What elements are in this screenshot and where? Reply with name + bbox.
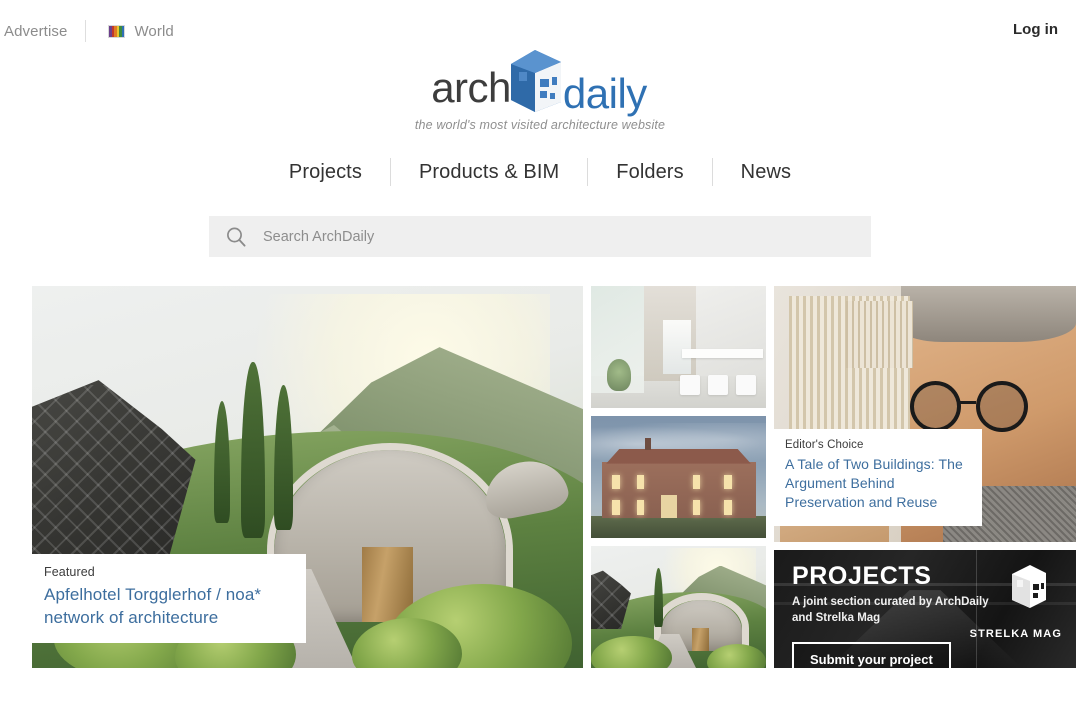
logo-word-arch: arch: [431, 64, 511, 111]
site-tagline: the world's most visited architecture we…: [414, 118, 666, 132]
right-column: Editor's Choice A Tale of Two Buildings:…: [774, 286, 1076, 668]
search-input[interactable]: [261, 227, 857, 246]
search-icon: [225, 226, 247, 248]
featured-content-grid: Featured Apfelhotel Torgglerhof / noa* n…: [0, 286, 1080, 668]
nav-item-news[interactable]: News: [713, 161, 819, 184]
search-section: [0, 216, 1080, 257]
search-box[interactable]: [209, 216, 871, 257]
main-navigation: Projects Products & BIM Folders News: [0, 158, 1080, 186]
thumbnail-image-3: [591, 546, 766, 668]
banner-subtitle: A joint section curated by ArchDaily and…: [792, 596, 989, 624]
hero-caption-card[interactable]: Featured Apfelhotel Torgglerhof / noa* n…: [32, 554, 306, 643]
thumbnail-tile-3[interactable]: [591, 546, 766, 668]
nav-item-folders[interactable]: Folders: [588, 161, 711, 184]
world-flag-icon: [108, 24, 126, 38]
thumbnail-image-1: [591, 286, 766, 408]
editors-choice-tile[interactable]: Editor's Choice A Tale of Two Buildings:…: [774, 286, 1076, 542]
top-utility-bar: Advertise World Log in: [0, 0, 1080, 62]
nav-item-products-bim[interactable]: Products & BIM: [391, 161, 587, 184]
nav-item-projects[interactable]: Projects: [261, 161, 390, 184]
world-label: World: [134, 22, 174, 40]
hero-column: Featured Apfelhotel Torgglerhof / noa* n…: [32, 286, 583, 668]
world-selector[interactable]: World: [86, 22, 174, 40]
strelka-building-icon: [1008, 562, 1050, 610]
top-left-links: Advertise World: [0, 20, 174, 42]
hero-kicker: Featured: [44, 565, 95, 580]
thumbnail-tile-1[interactable]: [591, 286, 766, 408]
projects-promo-banner[interactable]: PROJECTS A joint section curated by Arch…: [774, 550, 1076, 668]
login-link[interactable]: Log in: [1013, 21, 1058, 38]
hero-tile[interactable]: Featured Apfelhotel Torgglerhof / noa* n…: [32, 286, 583, 668]
advertise-link[interactable]: Advertise: [4, 23, 85, 40]
editors-choice-title[interactable]: A Tale of Two Buildings: The Argument Be…: [785, 455, 970, 513]
editors-choice-kicker: Editor's Choice: [785, 439, 864, 451]
submit-your-project-button[interactable]: Submit your project: [792, 642, 951, 668]
logo-word-daily: daily: [562, 70, 647, 117]
hero-title[interactable]: Apfelhotel Torgglerhof / noa* network of…: [44, 584, 290, 629]
strelka-mag-label: STRELKA MAG: [969, 628, 1062, 640]
thumbnail-image-2: [591, 416, 766, 538]
editors-choice-caption-card[interactable]: Editor's Choice A Tale of Two Buildings:…: [774, 429, 982, 526]
thumbnail-column: [591, 286, 766, 668]
thumbnail-tile-2[interactable]: [591, 416, 766, 538]
